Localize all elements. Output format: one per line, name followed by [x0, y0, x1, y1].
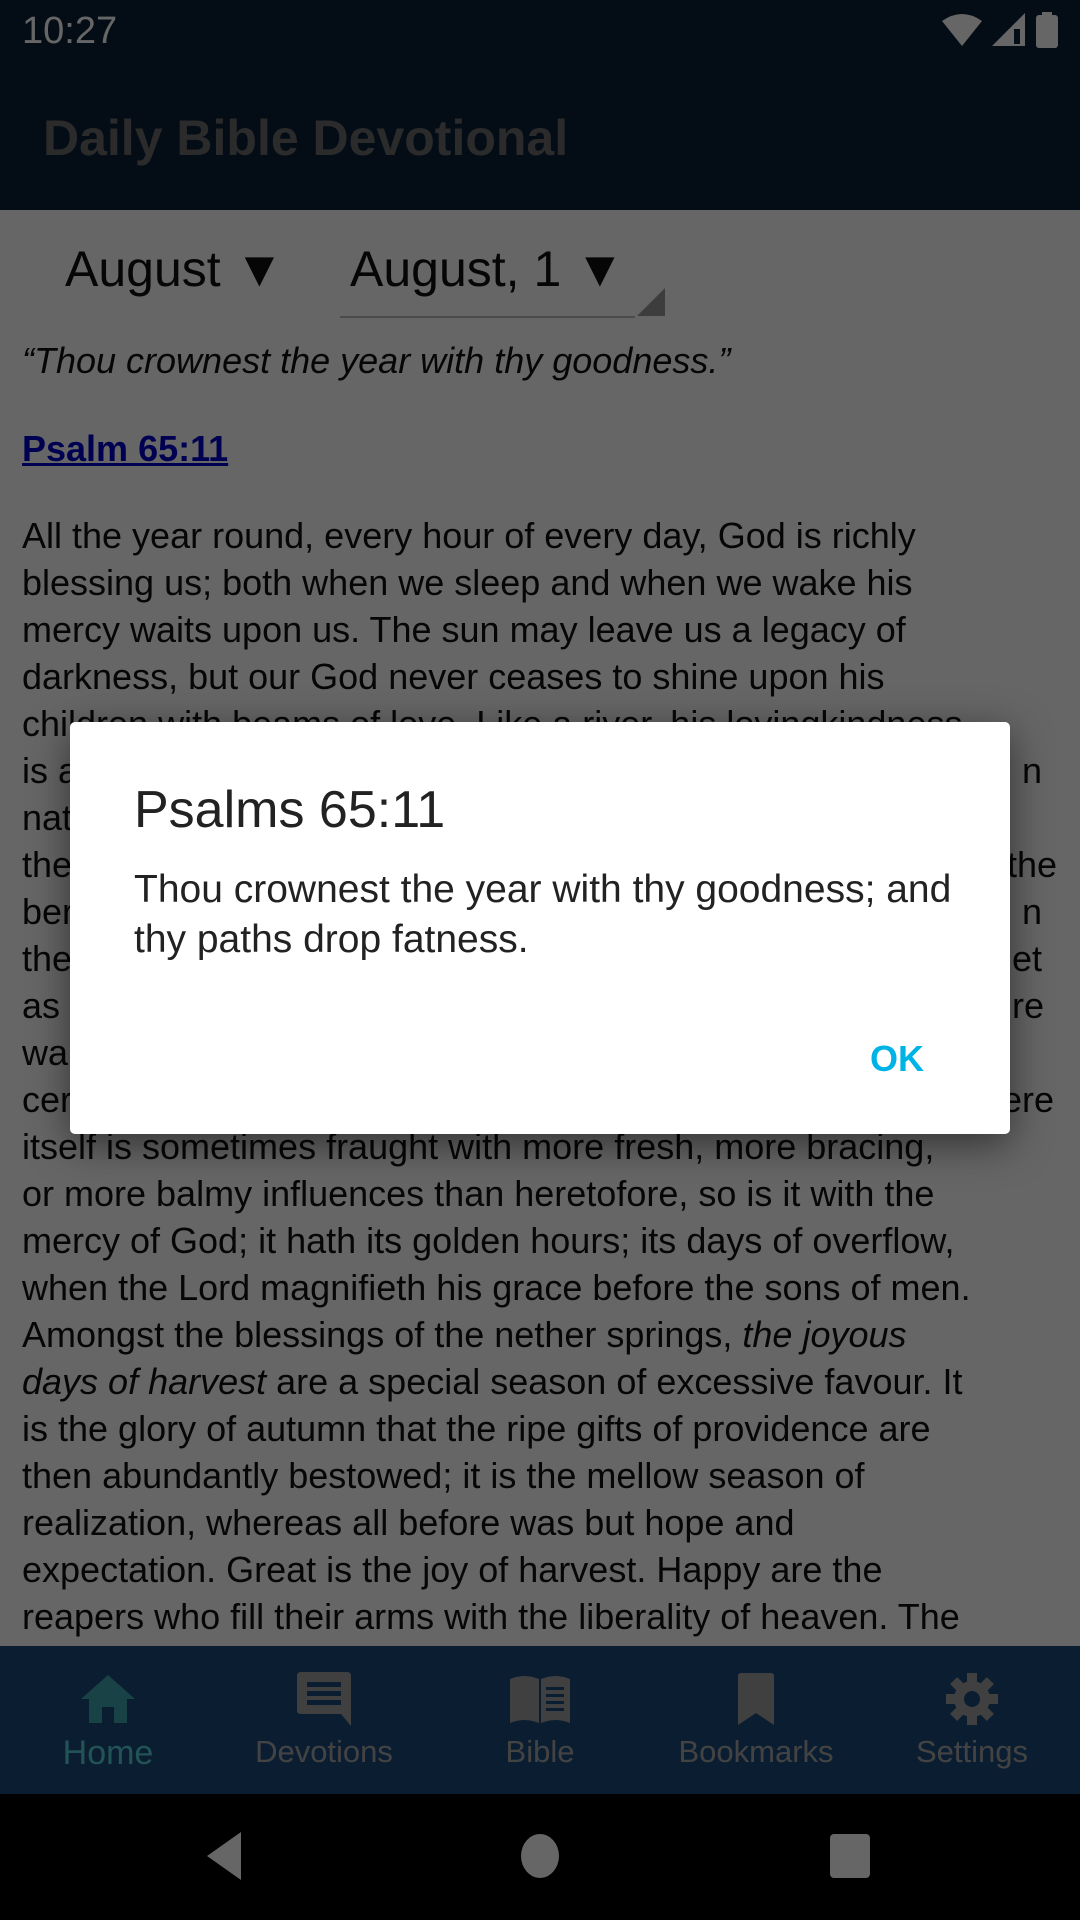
dialog-message: Thou crownest the year with thy goodness…	[134, 868, 952, 961]
dialog-title: Psalms 65:11	[134, 781, 446, 839]
ok-button[interactable]: OK	[870, 1038, 924, 1080]
verse-dialog: Psalms 65:11 Thou crownest the year with…	[70, 722, 1010, 1134]
